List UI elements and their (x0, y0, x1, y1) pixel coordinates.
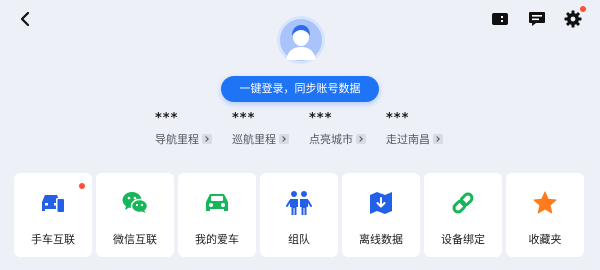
tile-label: 手车互联 (31, 233, 75, 246)
chevron-left-icon (20, 11, 30, 27)
card-icon (492, 13, 508, 25)
tile-offline-data[interactable]: 离线数据 (342, 173, 420, 257)
chevron-right-icon (433, 134, 443, 144)
stat-value: *** (155, 111, 179, 126)
tile-label: 我的爱车 (195, 233, 239, 246)
tile-label: 收藏夹 (528, 233, 562, 246)
tile-team[interactable]: 组队 (260, 173, 338, 257)
stat-value: *** (386, 111, 410, 126)
user-avatar-icon (277, 16, 325, 64)
new-badge-dot (79, 183, 85, 189)
tile-my-car[interactable]: 我的爱车 (178, 173, 256, 257)
link-icon (449, 189, 477, 217)
stat-nav-mileage[interactable]: *** 导航里程 (155, 110, 225, 147)
stat-cruise-mileage[interactable]: *** 巡航里程 (232, 110, 302, 147)
tile-favorites[interactable]: 收藏夹 (506, 173, 584, 257)
chevron-right-icon (279, 134, 289, 144)
back-button[interactable] (14, 8, 36, 30)
stat-label: 巡航里程 (232, 133, 276, 146)
stat-value: *** (309, 111, 333, 126)
stat-label: 点亮城市 (309, 133, 353, 146)
tile-label: 设备绑定 (441, 233, 485, 246)
message-icon (529, 12, 545, 26)
messages-button[interactable] (527, 9, 547, 29)
offline-map-icon (367, 189, 395, 217)
wechat-icon (121, 189, 149, 217)
stat-visited-nanchang[interactable]: *** 走过南昌 (386, 110, 456, 147)
team-icon (285, 189, 313, 217)
notification-dot (580, 6, 586, 12)
car-icon (203, 189, 231, 217)
stat-label: 走过南昌 (386, 133, 430, 146)
avatar[interactable] (277, 16, 325, 64)
gear-icon (564, 10, 582, 28)
star-icon (531, 189, 559, 217)
tile-phone-car-link[interactable]: 手车互联 (14, 173, 92, 257)
tile-device-binding[interactable]: 设备绑定 (424, 173, 502, 257)
vehicle-info-button[interactable] (490, 9, 510, 29)
tile-label: 微信互联 (113, 233, 157, 246)
stat-lit-cities[interactable]: *** 点亮城市 (309, 110, 379, 147)
stat-value: *** (232, 111, 256, 126)
chevron-right-icon (202, 134, 212, 144)
car-phone-icon (39, 189, 67, 217)
tile-label: 离线数据 (359, 233, 403, 246)
tile-wechat-link[interactable]: 微信互联 (96, 173, 174, 257)
tile-label: 组队 (288, 233, 310, 246)
one-click-login-button[interactable]: 一键登录，同步账号数据 (221, 76, 379, 102)
settings-button[interactable] (563, 6, 586, 29)
feature-tiles: 手车互联 微信互联 我的爱车 组队 离线数据 设备绑定 收藏夹 (14, 173, 586, 257)
stat-label: 导航里程 (155, 133, 199, 146)
chevron-right-icon (356, 134, 366, 144)
